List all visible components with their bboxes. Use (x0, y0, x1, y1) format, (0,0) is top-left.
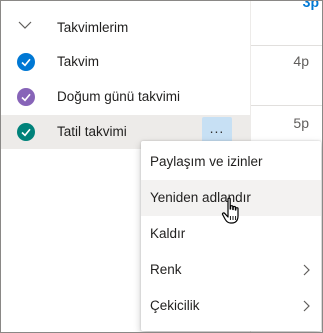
my-calendars-group-header[interactable]: Takvimlerim (1, 11, 250, 43)
menu-item-label: Çekicilik (150, 298, 200, 313)
menu-item-label: Kaldır (150, 226, 186, 241)
menu-item-label: Paylaşım ve izinler (150, 154, 263, 169)
menu-item-sharing-permissions[interactable]: Paylaşım ve izinler (141, 144, 321, 180)
menu-item-charms[interactable]: Çekicilik (141, 288, 321, 324)
calendar-item-birthday[interactable]: Doğum günü takvimi (1, 80, 250, 114)
hour-label: 4p (293, 53, 309, 69)
calendar-label: Takvim (57, 54, 100, 69)
group-title: Takvimlerim (57, 20, 129, 35)
hour-divider (251, 45, 322, 46)
menu-item-label: Renk (150, 262, 182, 277)
more-options-icon: ... (209, 120, 225, 136)
hour-label: 5p (293, 115, 309, 131)
hand-pointer-icon (221, 197, 239, 224)
calendar-panel: Takvimlerim Takvim Doğum günü takvimi Ta… (0, 0, 323, 333)
checkmark-icon[interactable] (17, 88, 35, 106)
hour-label-current: 3p (302, 0, 319, 10)
calendar-label: Doğum günü takvimi (57, 89, 181, 104)
calendar-context-menu: Paylaşım ve izinler Yeniden adlandır Kal… (141, 141, 321, 331)
checkmark-icon[interactable] (17, 53, 35, 71)
hour-divider (251, 105, 322, 106)
checkmark-icon[interactable] (17, 123, 35, 141)
chevron-right-icon (303, 300, 310, 312)
calendar-item-takvim[interactable]: Takvim (1, 45, 250, 79)
chevron-right-icon (303, 264, 310, 276)
menu-item-color[interactable]: Renk (141, 252, 321, 288)
calendar-label: Tatil takvimi (57, 124, 127, 139)
chevron-down-icon[interactable] (17, 17, 33, 33)
